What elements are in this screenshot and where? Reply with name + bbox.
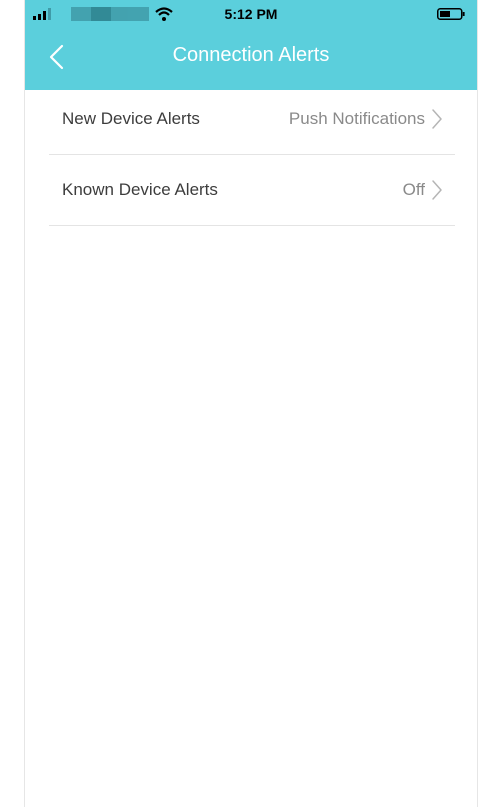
row-label: New Device Alerts: [62, 109, 200, 128]
new-device-alerts-row[interactable]: New Device Alerts Push Notifications: [49, 84, 455, 155]
settings-list: New Device Alerts Push Notifications Kno…: [49, 84, 455, 226]
chevron-right-icon: [432, 180, 442, 200]
phone-screen: 5:12 PM Connection Alerts New Device Ale…: [24, 0, 478, 807]
row-value: Push Notifications: [288, 109, 425, 128]
header-bar: 5:12 PM Connection Alerts: [25, 0, 477, 90]
status-time: 5:12 PM: [224, 6, 278, 22]
navigation-bar: Connection Alerts: [25, 30, 477, 86]
page-title: Connection Alerts: [172, 44, 330, 66]
status-bar: 5:12 PM: [25, 0, 477, 30]
row-value: Off: [402, 180, 425, 199]
battery-icon: [437, 8, 465, 20]
known-device-alerts-row[interactable]: Known Device Alerts Off: [49, 155, 455, 226]
row-label: Known Device Alerts: [62, 180, 218, 199]
chevron-right-icon: [432, 109, 442, 129]
